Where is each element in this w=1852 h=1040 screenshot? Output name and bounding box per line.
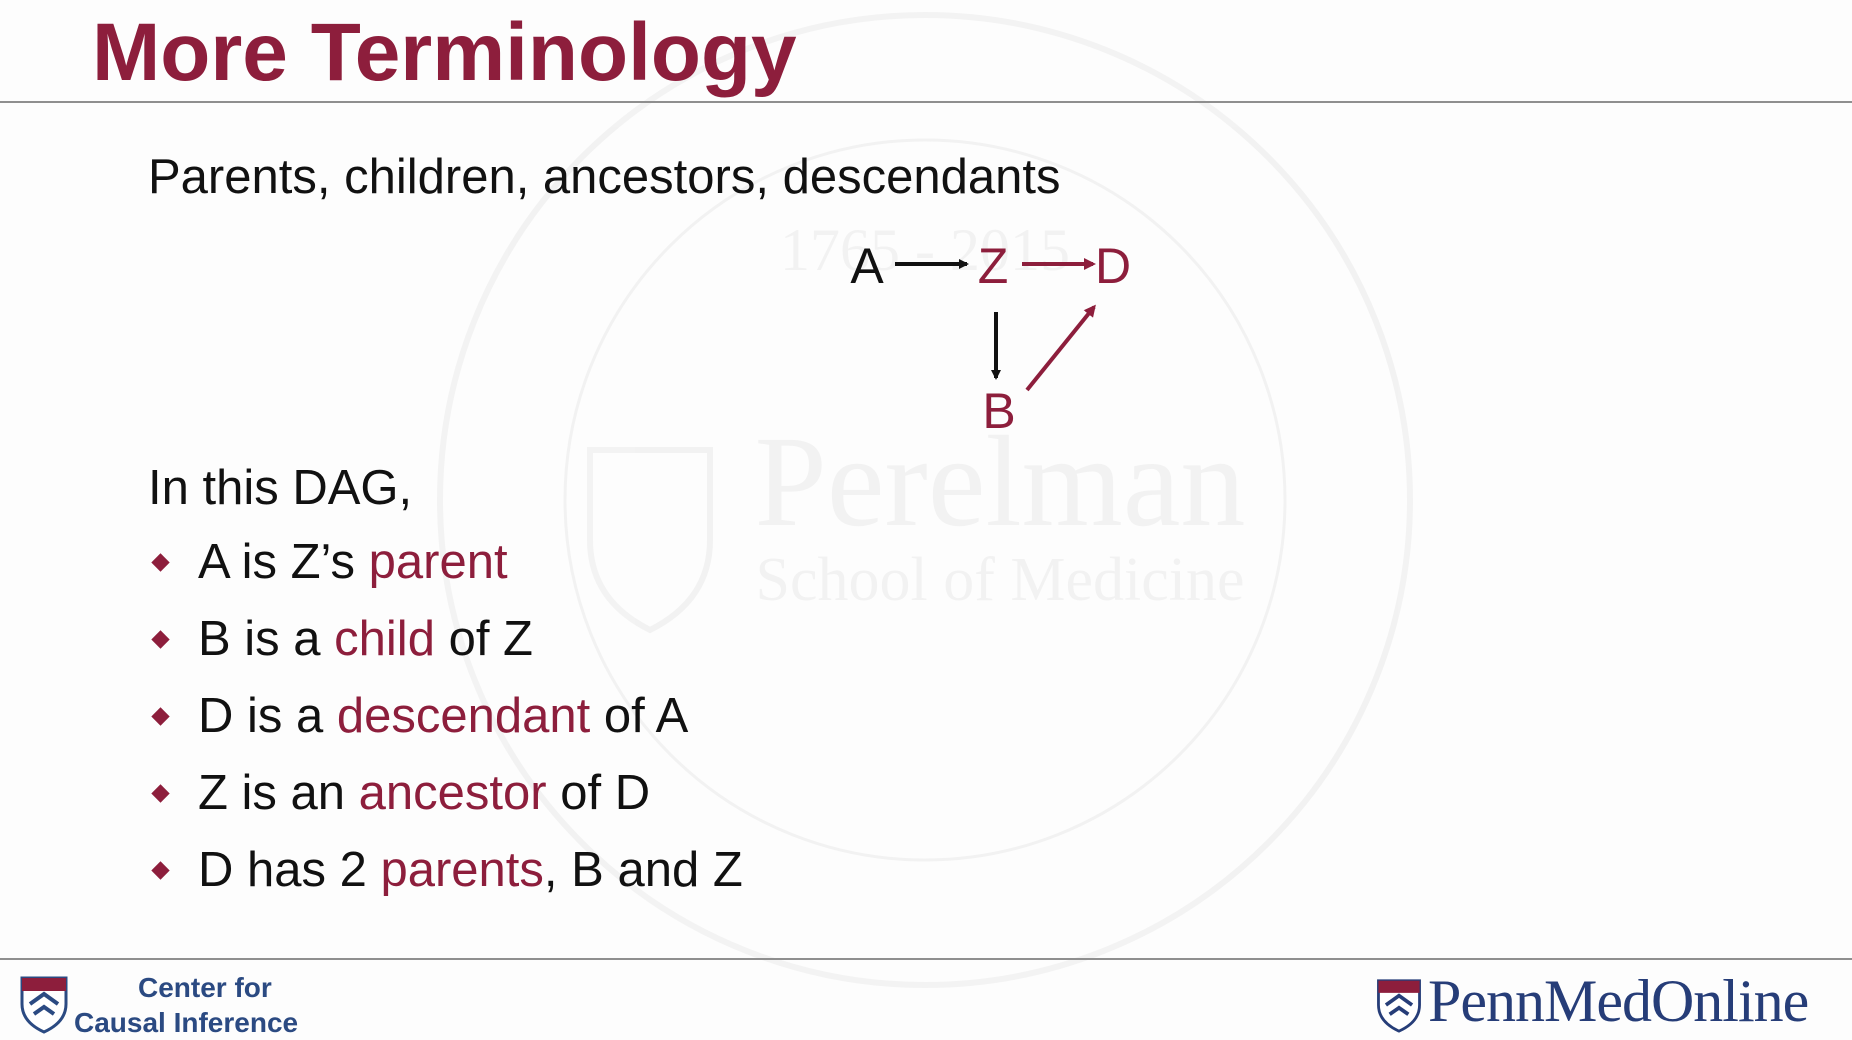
list-item: D has 2 parents, B and Z (148, 840, 743, 917)
dag-node-a: A (850, 238, 884, 294)
diamond-bullet-icon (151, 630, 170, 649)
center-for-text: Center for (138, 972, 272, 1003)
bullet-text: , B and Z (543, 843, 743, 897)
terminology-list: A is Z’s parent B is a child of Z D is a… (148, 532, 743, 917)
list-item: A is Z’s parent (148, 532, 743, 609)
causal-inference-text: Causal Inference (74, 1007, 299, 1038)
footer-divider (0, 958, 1852, 960)
list-item: D is a descendant of A (148, 686, 743, 763)
diamond-bullet-icon (151, 784, 170, 803)
edge-b-to-d (1025, 304, 1096, 392)
dag-intro-text: In this DAG, (148, 461, 413, 515)
bullet-text: A is Z’s (198, 535, 369, 589)
bullet-text: of A (590, 689, 689, 743)
bullet-term: parent (368, 535, 508, 589)
bullet-text: D has 2 (198, 843, 381, 897)
bullet-term: ancestor (358, 766, 547, 820)
diamond-bullet-icon (151, 861, 170, 880)
bullet-text: of Z (434, 612, 533, 666)
bullet-text: B is a (198, 612, 335, 666)
dag-node-z: Z (978, 238, 1009, 294)
bullet-text: D is a (198, 689, 337, 743)
list-item: Z is an ancestor of D (148, 763, 743, 840)
bullet-text: of D (546, 766, 651, 820)
diamond-bullet-icon (151, 553, 170, 572)
dag-node-b: B (982, 383, 1015, 439)
diamond-bullet-icon (151, 707, 170, 726)
bullet-term: parents (380, 843, 544, 897)
dag-node-d: D (1095, 238, 1131, 294)
penn-shield-icon (1377, 979, 1421, 1033)
bullet-term: descendant (336, 689, 591, 743)
penn-shield-icon (20, 976, 68, 1034)
pennmedonline-wordmark: PennMedOnline (1428, 968, 1809, 1034)
bullet-term: child (334, 612, 435, 666)
bullet-text: Z is an (198, 766, 359, 820)
list-item: B is a child of Z (148, 609, 743, 686)
